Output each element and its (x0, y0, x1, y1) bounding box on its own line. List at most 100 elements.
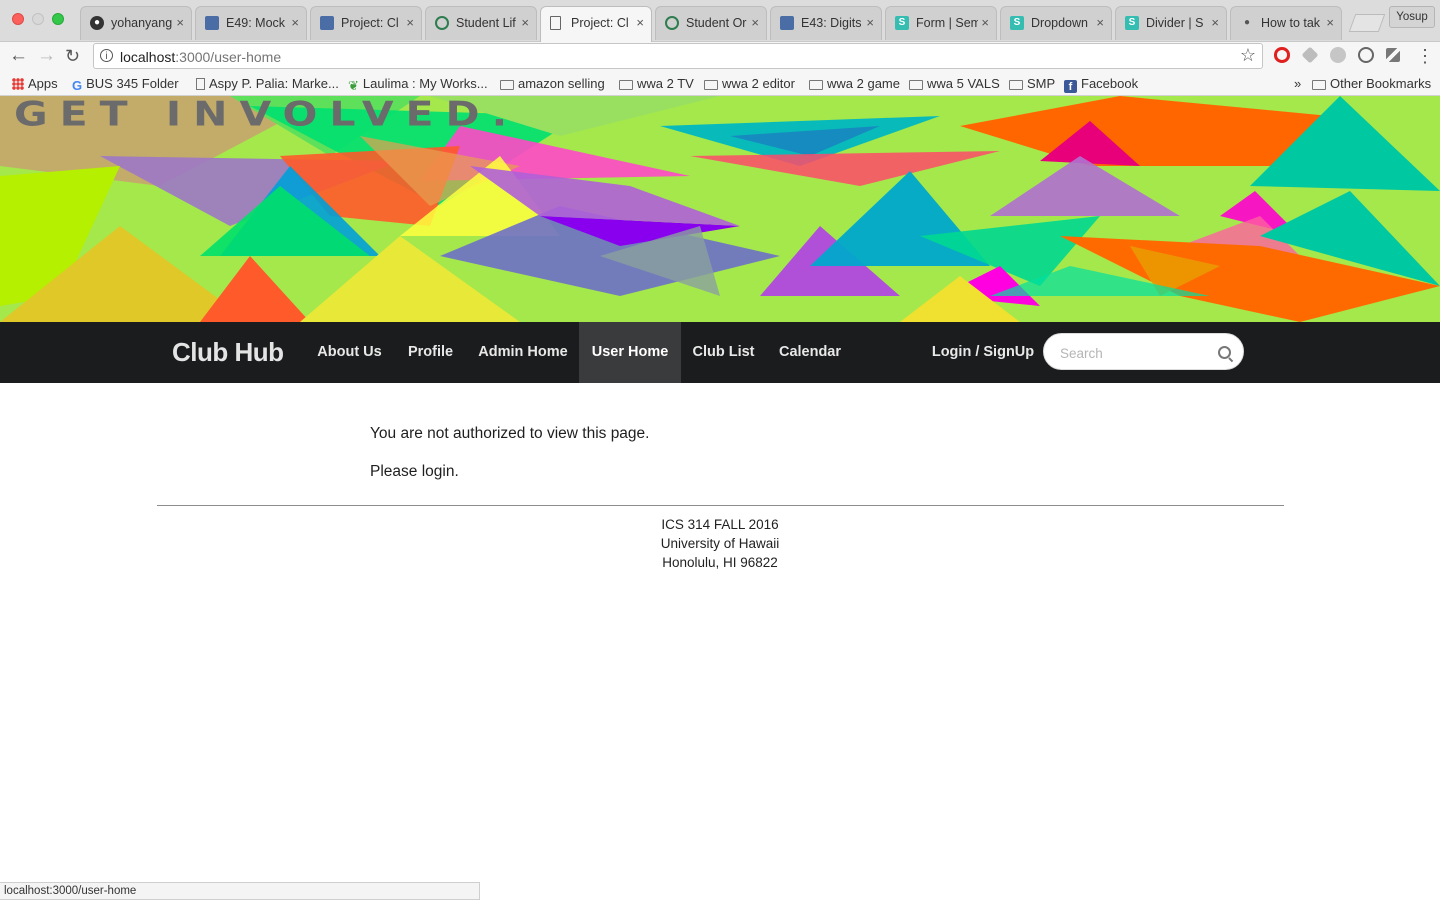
profile-button[interactable]: Yosup (1389, 6, 1435, 28)
close-icon[interactable]: × (291, 15, 299, 30)
github-icon: ● (90, 16, 104, 30)
close-icon[interactable]: × (176, 15, 184, 30)
banner-title: GET INVOLVED. (14, 96, 520, 134)
tab-title: Project: Cl (571, 16, 629, 30)
footer-course: ICS 314 FALL 2016 (661, 517, 779, 532)
bookmark-folder[interactable]: wwa 5 VALS (909, 75, 1000, 93)
apps-icon (12, 78, 24, 90)
close-icon[interactable]: × (1326, 15, 1334, 30)
browser-tab[interactable]: Student Or × (655, 6, 767, 40)
browser-tab[interactable]: Project: Cl × (310, 6, 422, 40)
browser-tab[interactable]: S Dropdown × (1000, 6, 1112, 40)
folder-icon (809, 80, 823, 90)
close-icon[interactable]: × (406, 15, 414, 30)
close-icon[interactable]: × (636, 15, 644, 30)
folder-icon (500, 80, 514, 90)
close-icon[interactable]: × (521, 15, 529, 30)
nav-profile[interactable]: Profile (394, 322, 467, 383)
folder-icon (1009, 80, 1023, 90)
bookmark-folder[interactable]: amazon selling (500, 75, 605, 93)
leaf-icon: ❦ (348, 78, 359, 93)
bookmark-item[interactable]: G BUS 345 Folder (72, 75, 179, 93)
close-icon[interactable]: × (866, 15, 874, 30)
close-icon[interactable]: × (981, 15, 989, 30)
bookmark-label: Laulima : My Works... (362, 76, 488, 91)
bookmark-item[interactable]: ❦ Laulima : My Works... (348, 75, 488, 93)
bookmark-label: BUS 345 Folder (86, 76, 179, 91)
semantic-icon: S (1125, 16, 1139, 30)
reload-icon[interactable]: ↻ (65, 46, 80, 66)
bookmark-label: amazon selling (518, 76, 605, 91)
bookmarks-overflow-button[interactable]: » (1294, 75, 1301, 93)
opera-extension-icon[interactable] (1274, 47, 1290, 63)
close-icon[interactable]: × (1096, 15, 1104, 30)
url-path: :3000/user-home (175, 49, 282, 65)
browser-toolbar: ← → ↻ i localhost:3000/user-home ☆ ⋮ (0, 42, 1440, 72)
browser-tab[interactable]: E43: Digits × (770, 6, 882, 40)
sync-extension-icon[interactable] (1358, 47, 1374, 63)
bookmark-star-icon[interactable]: ☆ (1240, 45, 1256, 66)
nav-user-home[interactable]: User Home (579, 322, 681, 383)
browser-tab[interactable]: ● yohanyang × (80, 6, 192, 40)
browser-menu-icon[interactable]: ⋮ (1416, 46, 1434, 66)
nav-calendar[interactable]: Calendar (766, 322, 854, 383)
forward-arrow-icon[interactable]: → (37, 46, 56, 66)
bookmark-label: wwa 2 TV (637, 76, 694, 91)
semantic-icon: S (895, 16, 909, 30)
search-icon[interactable] (1218, 346, 1231, 359)
info-icon[interactable]: i (100, 49, 113, 62)
folder-icon (619, 80, 633, 90)
browser-tab[interactable]: E49: Mock × (195, 6, 307, 40)
url-text[interactable]: localhost:3000/user-home (120, 49, 281, 65)
circle-icon (665, 16, 679, 30)
minimize-window-button[interactable] (32, 13, 44, 25)
eyedropper-extension-icon[interactable] (1386, 48, 1400, 62)
bookmark-folder[interactable]: wwa 2 game (809, 75, 900, 93)
nav-admin-home[interactable]: Admin Home (467, 322, 579, 383)
bookmarks-bar: Apps G BUS 345 Folder Aspy P. Palia: Mark… (0, 72, 1440, 96)
bookmark-label: wwa 2 game (827, 76, 900, 91)
url-host: localhost (120, 49, 176, 65)
new-tab-button[interactable] (1348, 14, 1386, 32)
google-icon: G (72, 78, 83, 93)
tab-title: Divider | S (1146, 16, 1204, 30)
browser-tab[interactable]: S Form | Sem × (885, 6, 997, 40)
bookmark-folder[interactable]: wwa 2 TV (619, 75, 694, 93)
nav-club-list[interactable]: Club List (681, 322, 766, 383)
browser-tab[interactable]: S Divider | S × (1115, 6, 1227, 40)
close-icon[interactable]: × (1211, 15, 1219, 30)
address-bar[interactable]: i localhost:3000/user-home ☆ (93, 43, 1263, 69)
browser-tab[interactable]: Student Lif × (425, 6, 537, 40)
close-window-button[interactable] (12, 13, 24, 25)
bookmark-label: wwa 5 VALS (927, 76, 1000, 91)
drive-extension-icon[interactable] (1301, 46, 1319, 64)
close-icon[interactable]: × (751, 15, 759, 30)
bookmark-apps[interactable]: Apps (12, 75, 58, 93)
globe-extension-icon[interactable] (1330, 47, 1346, 63)
bookmark-item[interactable]: Aspy P. Palia: Marke... (196, 75, 339, 93)
unauthorized-message: You are not authorized to view this page… (370, 425, 650, 442)
bookmark-label: Other Bookmarks (1330, 76, 1432, 91)
site-logo[interactable]: Club Hub (172, 337, 284, 368)
tab-title: Dropdown (1031, 16, 1088, 30)
folder-icon (1312, 80, 1326, 90)
browser-tab-active[interactable]: Project: Cl × (540, 6, 652, 42)
back-arrow-icon[interactable]: ← (9, 46, 28, 66)
facebook-icon: f (1064, 80, 1077, 93)
tab-title: Project: Cl (341, 16, 399, 30)
search-input[interactable] (1058, 342, 1212, 364)
bookmark-folder[interactable]: SMP (1009, 75, 1055, 93)
footer: ICS 314 FALL 2016 University of Hawaii H… (520, 515, 920, 572)
maximize-window-button[interactable] (52, 13, 64, 25)
tab-title: How to tak (1261, 16, 1321, 30)
bookmark-item[interactable]: f Facebook (1064, 75, 1138, 93)
browser-tab-strip: ● yohanyang × E49: Mock × Project: Cl × … (0, 0, 1440, 42)
other-bookmarks-folder[interactable]: Other Bookmarks (1312, 75, 1431, 93)
semantic-icon: S (1010, 16, 1024, 30)
login-signup-link[interactable]: Login / SignUp (924, 322, 1042, 383)
browser-tab[interactable]: ● How to tak × (1230, 6, 1342, 40)
tab-title: E43: Digits (801, 16, 862, 30)
footer-divider (157, 505, 1284, 506)
nav-about-us[interactable]: About Us (305, 322, 394, 383)
bookmark-folder[interactable]: wwa 2 editor (704, 75, 795, 93)
